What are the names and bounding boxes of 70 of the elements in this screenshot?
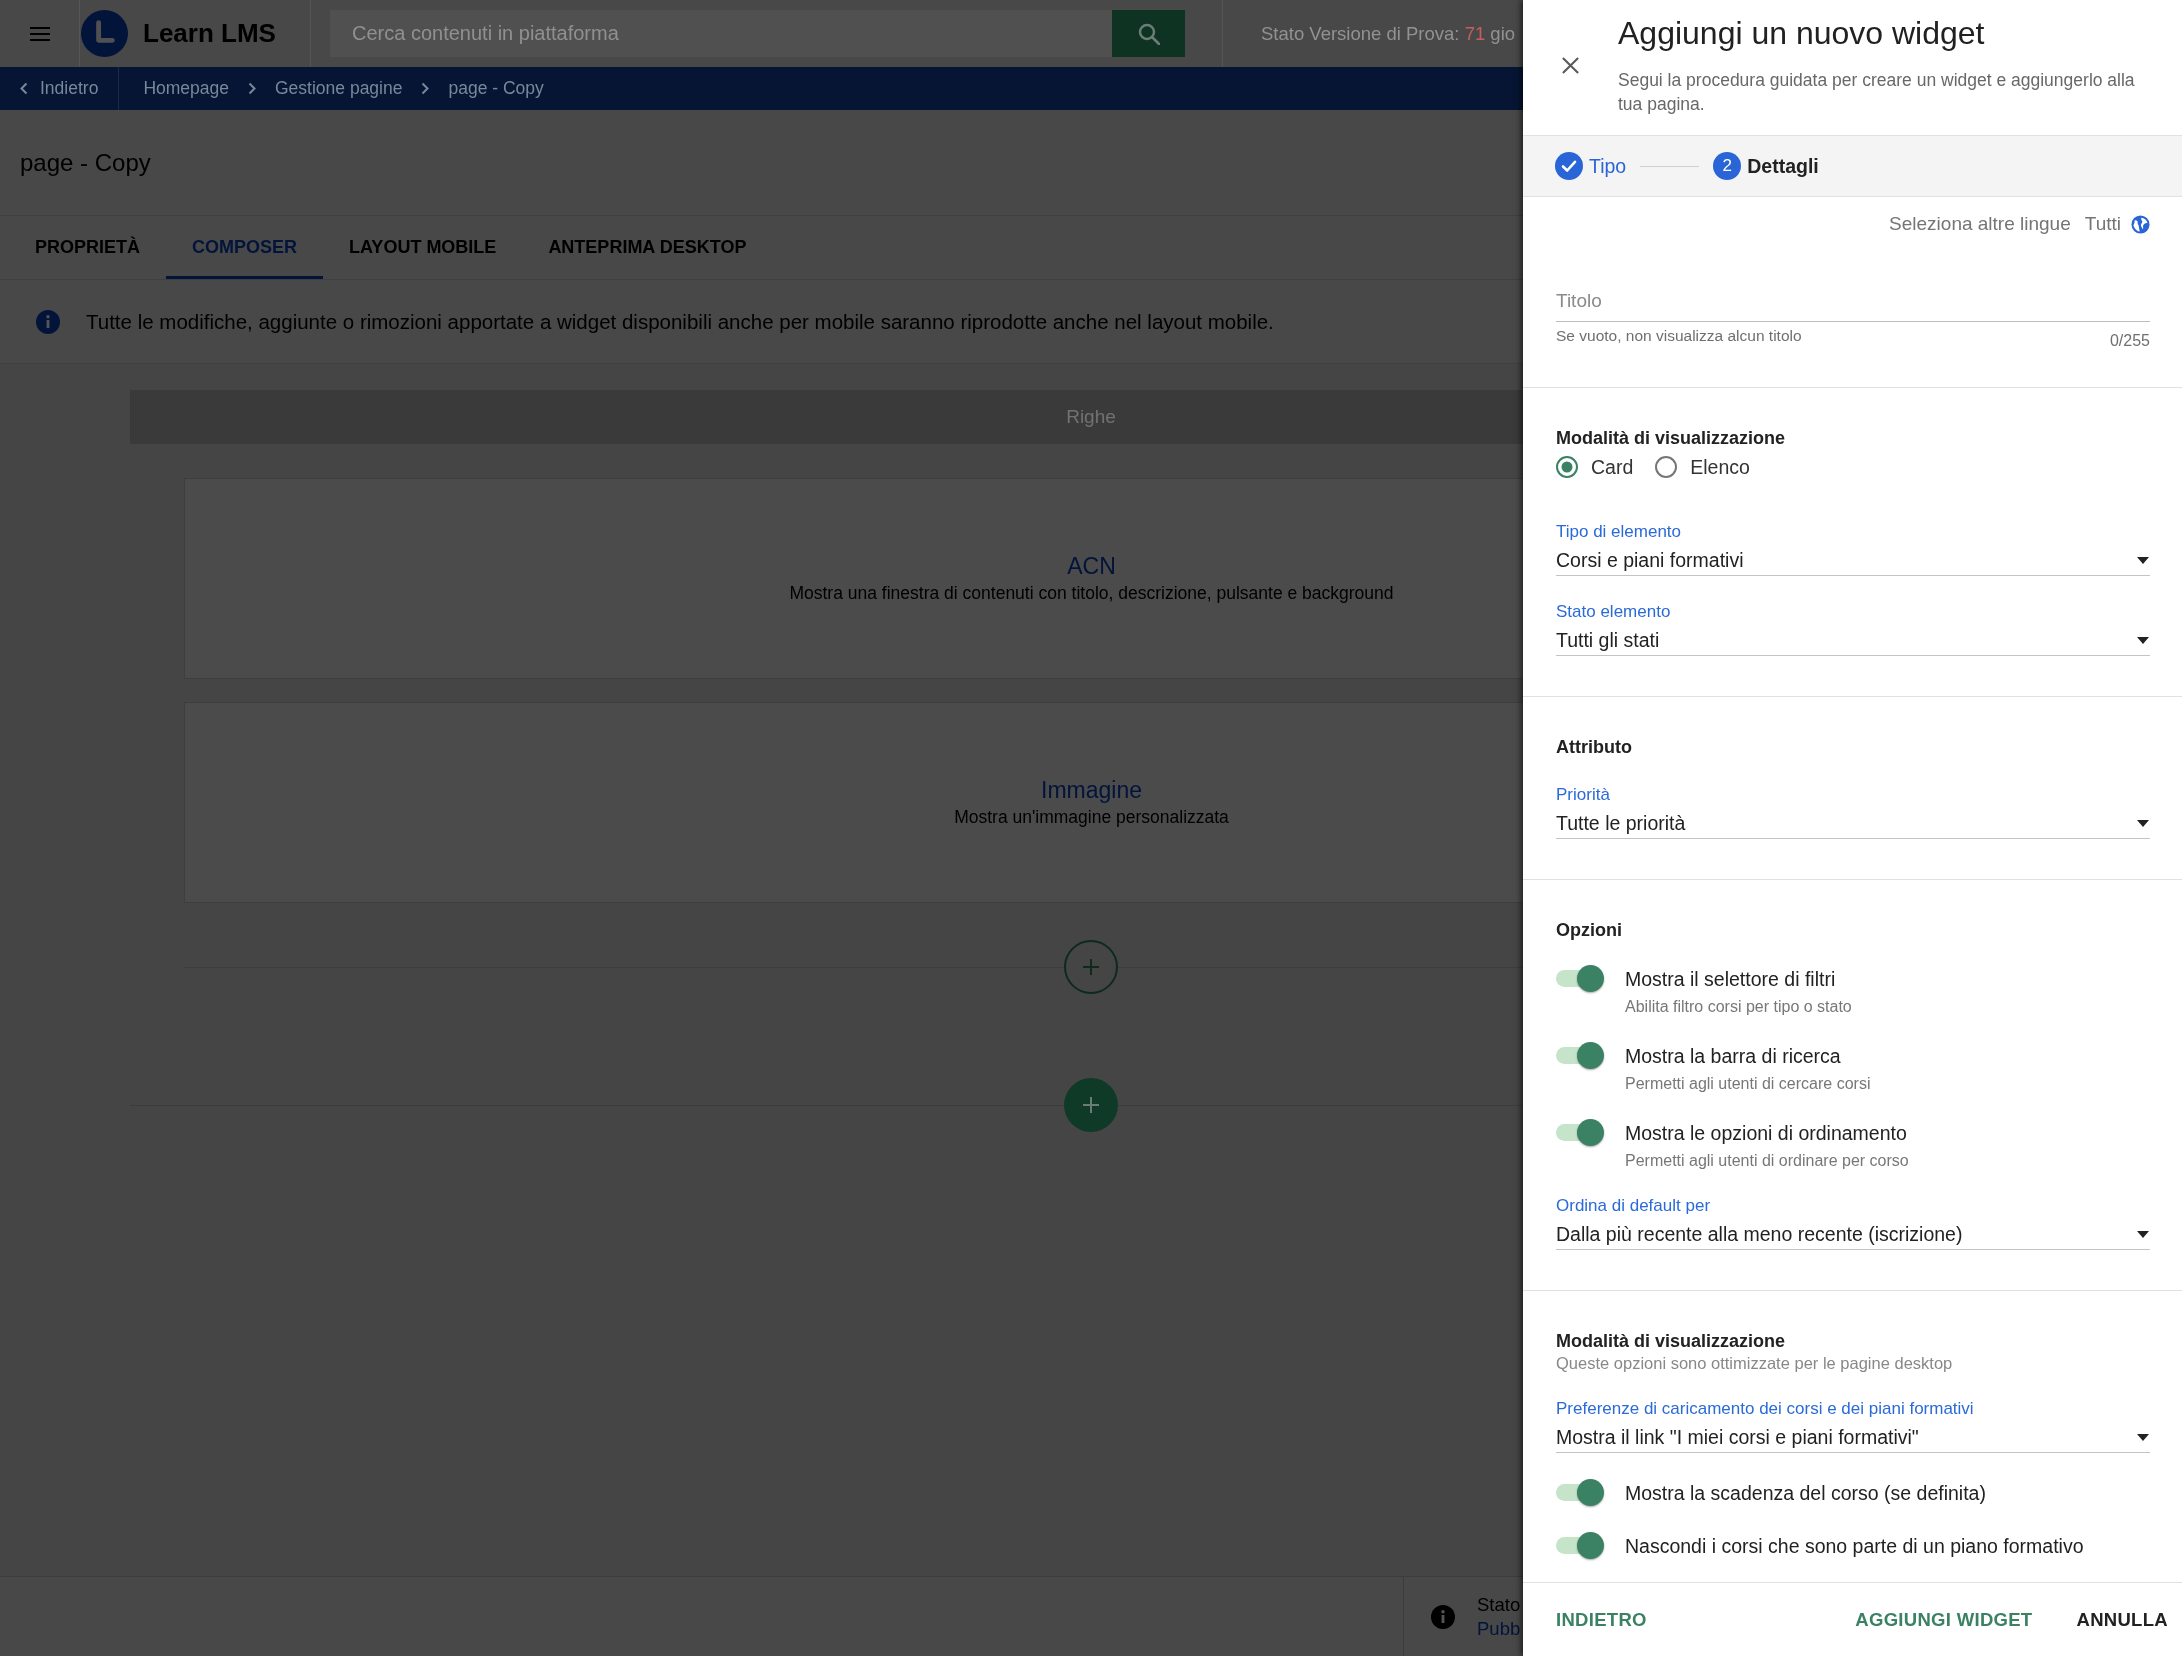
select-field[interactable]: Tipo di elemento Corsi e piani formativi bbox=[1556, 522, 2150, 576]
plus-icon bbox=[1081, 1095, 1101, 1115]
caret-icon bbox=[2137, 1230, 2149, 1238]
info-icon bbox=[1431, 1604, 1455, 1629]
language-label: Seleziona altre lingue bbox=[1889, 212, 2071, 236]
toggle-label: Mostra il selettore di filtri bbox=[1625, 966, 1837, 992]
title-field[interactable]: Titolo bbox=[1556, 288, 2150, 322]
toggle-label: Mostra la barra di ricerca bbox=[1625, 1043, 1842, 1069]
step-label[interactable]: Tipo bbox=[1589, 154, 1627, 178]
select-field[interactable]: Ordina di default per Dalla più recente alla meno recente (iscrizione) bbox=[1556, 1196, 2150, 1250]
step-number: 2 bbox=[1713, 152, 1742, 180]
toggle-switch[interactable] bbox=[1556, 1532, 1604, 1559]
toggle-hint: Permetti agli utenti di cercare corsi bbox=[1625, 1075, 1872, 1093]
close-icon[interactable] bbox=[1561, 56, 1580, 75]
panel-subtitle: Segui la procedura guidata per creare un widget e aggiungerlo alla tua pagina. bbox=[1618, 69, 2136, 116]
caret-icon bbox=[2137, 636, 2149, 644]
rows-title: Righe bbox=[1066, 406, 1116, 428]
toggle-label: Mostra le opzioni di ordinamento bbox=[1625, 1120, 1908, 1146]
search-field[interactable]: Cerca contenuti in piattaforma bbox=[330, 10, 1112, 57]
widget-description: Mostra un'immagine personalizzata bbox=[954, 807, 1229, 828]
chevron-right-icon bbox=[248, 82, 256, 95]
globe-icon bbox=[2131, 214, 2150, 234]
back-button[interactable]: INDIETRO bbox=[1544, 1600, 1659, 1639]
chevron-right-icon bbox=[421, 82, 430, 95]
radio-option[interactable]: Card bbox=[1556, 455, 1634, 479]
widget-description: Mostra una finestra di contenuti con titolo, descrizione, pulsante e background bbox=[789, 583, 1394, 604]
chevron-left-icon bbox=[20, 82, 28, 95]
widget-title: ACN bbox=[1067, 553, 1116, 580]
breadcrumb-link[interactable]: Homepage bbox=[143, 78, 229, 99]
panel-title: Aggiungi un nuovo widget bbox=[1618, 14, 1986, 53]
section-heading: Modalità di visualizzazione bbox=[1556, 1330, 1787, 1353]
toggle-switch[interactable] bbox=[1556, 1042, 1604, 1069]
toggle-label: Mostra la scadenza del corso (se definita) bbox=[1625, 1480, 1987, 1506]
select-field[interactable]: Priorità Tutte le priorità bbox=[1556, 785, 2150, 839]
plus-icon bbox=[1081, 957, 1101, 977]
language-button[interactable]: Tutti bbox=[2084, 213, 2150, 235]
app-name: Learn LMS bbox=[143, 18, 276, 49]
field-helper-text: Se vuoto, non visualizza alcun titolo bbox=[1556, 326, 1802, 346]
select-field[interactable]: Stato elemento Tutti gli stati bbox=[1556, 602, 2150, 656]
cancel-button[interactable]: ANNULLA bbox=[2064, 1600, 2180, 1639]
search-icon bbox=[1137, 22, 1160, 45]
character-counter: 0/255 bbox=[2109, 331, 2150, 351]
status-label: Stato bbox=[1477, 1592, 1521, 1617]
caret-icon bbox=[2137, 819, 2149, 827]
toggle-switch[interactable] bbox=[1556, 1119, 1604, 1146]
toggle-hint: Abilita filtro corsi per tipo o stato bbox=[1625, 998, 1853, 1016]
breadcrumb-link[interactable]: Gestione pagine bbox=[275, 78, 403, 99]
toggle-hint: Permetti agli utenti di ordinare per corso bbox=[1625, 1152, 1910, 1170]
caret-icon bbox=[2137, 1433, 2149, 1441]
toggle-label: Nascondi i corsi che sono parte di un piano formativo bbox=[1625, 1533, 2085, 1559]
confirm-button[interactable]: AGGIUNGI WIDGET bbox=[1843, 1600, 2045, 1639]
breadcrumb-current: page - Copy bbox=[448, 78, 544, 99]
section-heading: Opzioni bbox=[1556, 919, 1623, 942]
section-heading: Attributo bbox=[1556, 736, 1633, 759]
trial-status: Stato Versione di Prova: 71 gio bbox=[1261, 22, 1516, 45]
info-message: Tutte le modifiche, aggiunte o rimozioni apportate a widget disponibili anche per mobile saranno riprodotte anche nel layout mobile. bbox=[86, 309, 1274, 334]
section-heading: Modalità di visualizzazione bbox=[1556, 427, 1787, 450]
search-button[interactable] bbox=[1112, 10, 1185, 57]
page-title: page - Copy bbox=[20, 148, 151, 177]
select-field[interactable]: Preferenze di caricamento dei corsi e dei piani formativi Mostra il link "I miei corsi e piani formativi" bbox=[1556, 1399, 2150, 1453]
section-subtitle: Queste opzioni sono ottimizzate per le pagine desktop bbox=[1556, 1353, 1954, 1373]
back-link[interactable]: Indietro bbox=[0, 67, 120, 110]
radio-option[interactable]: Elenco bbox=[1655, 455, 1750, 479]
toggle-switch[interactable] bbox=[1556, 965, 1604, 992]
add-button[interactable] bbox=[1064, 1078, 1118, 1132]
info-icon bbox=[36, 309, 60, 334]
caret-icon bbox=[2137, 556, 2149, 564]
widget-title: Immagine bbox=[1041, 777, 1142, 804]
step-label[interactable]: Dettagli bbox=[1747, 154, 1819, 178]
toggle-switch[interactable] bbox=[1556, 1479, 1604, 1506]
